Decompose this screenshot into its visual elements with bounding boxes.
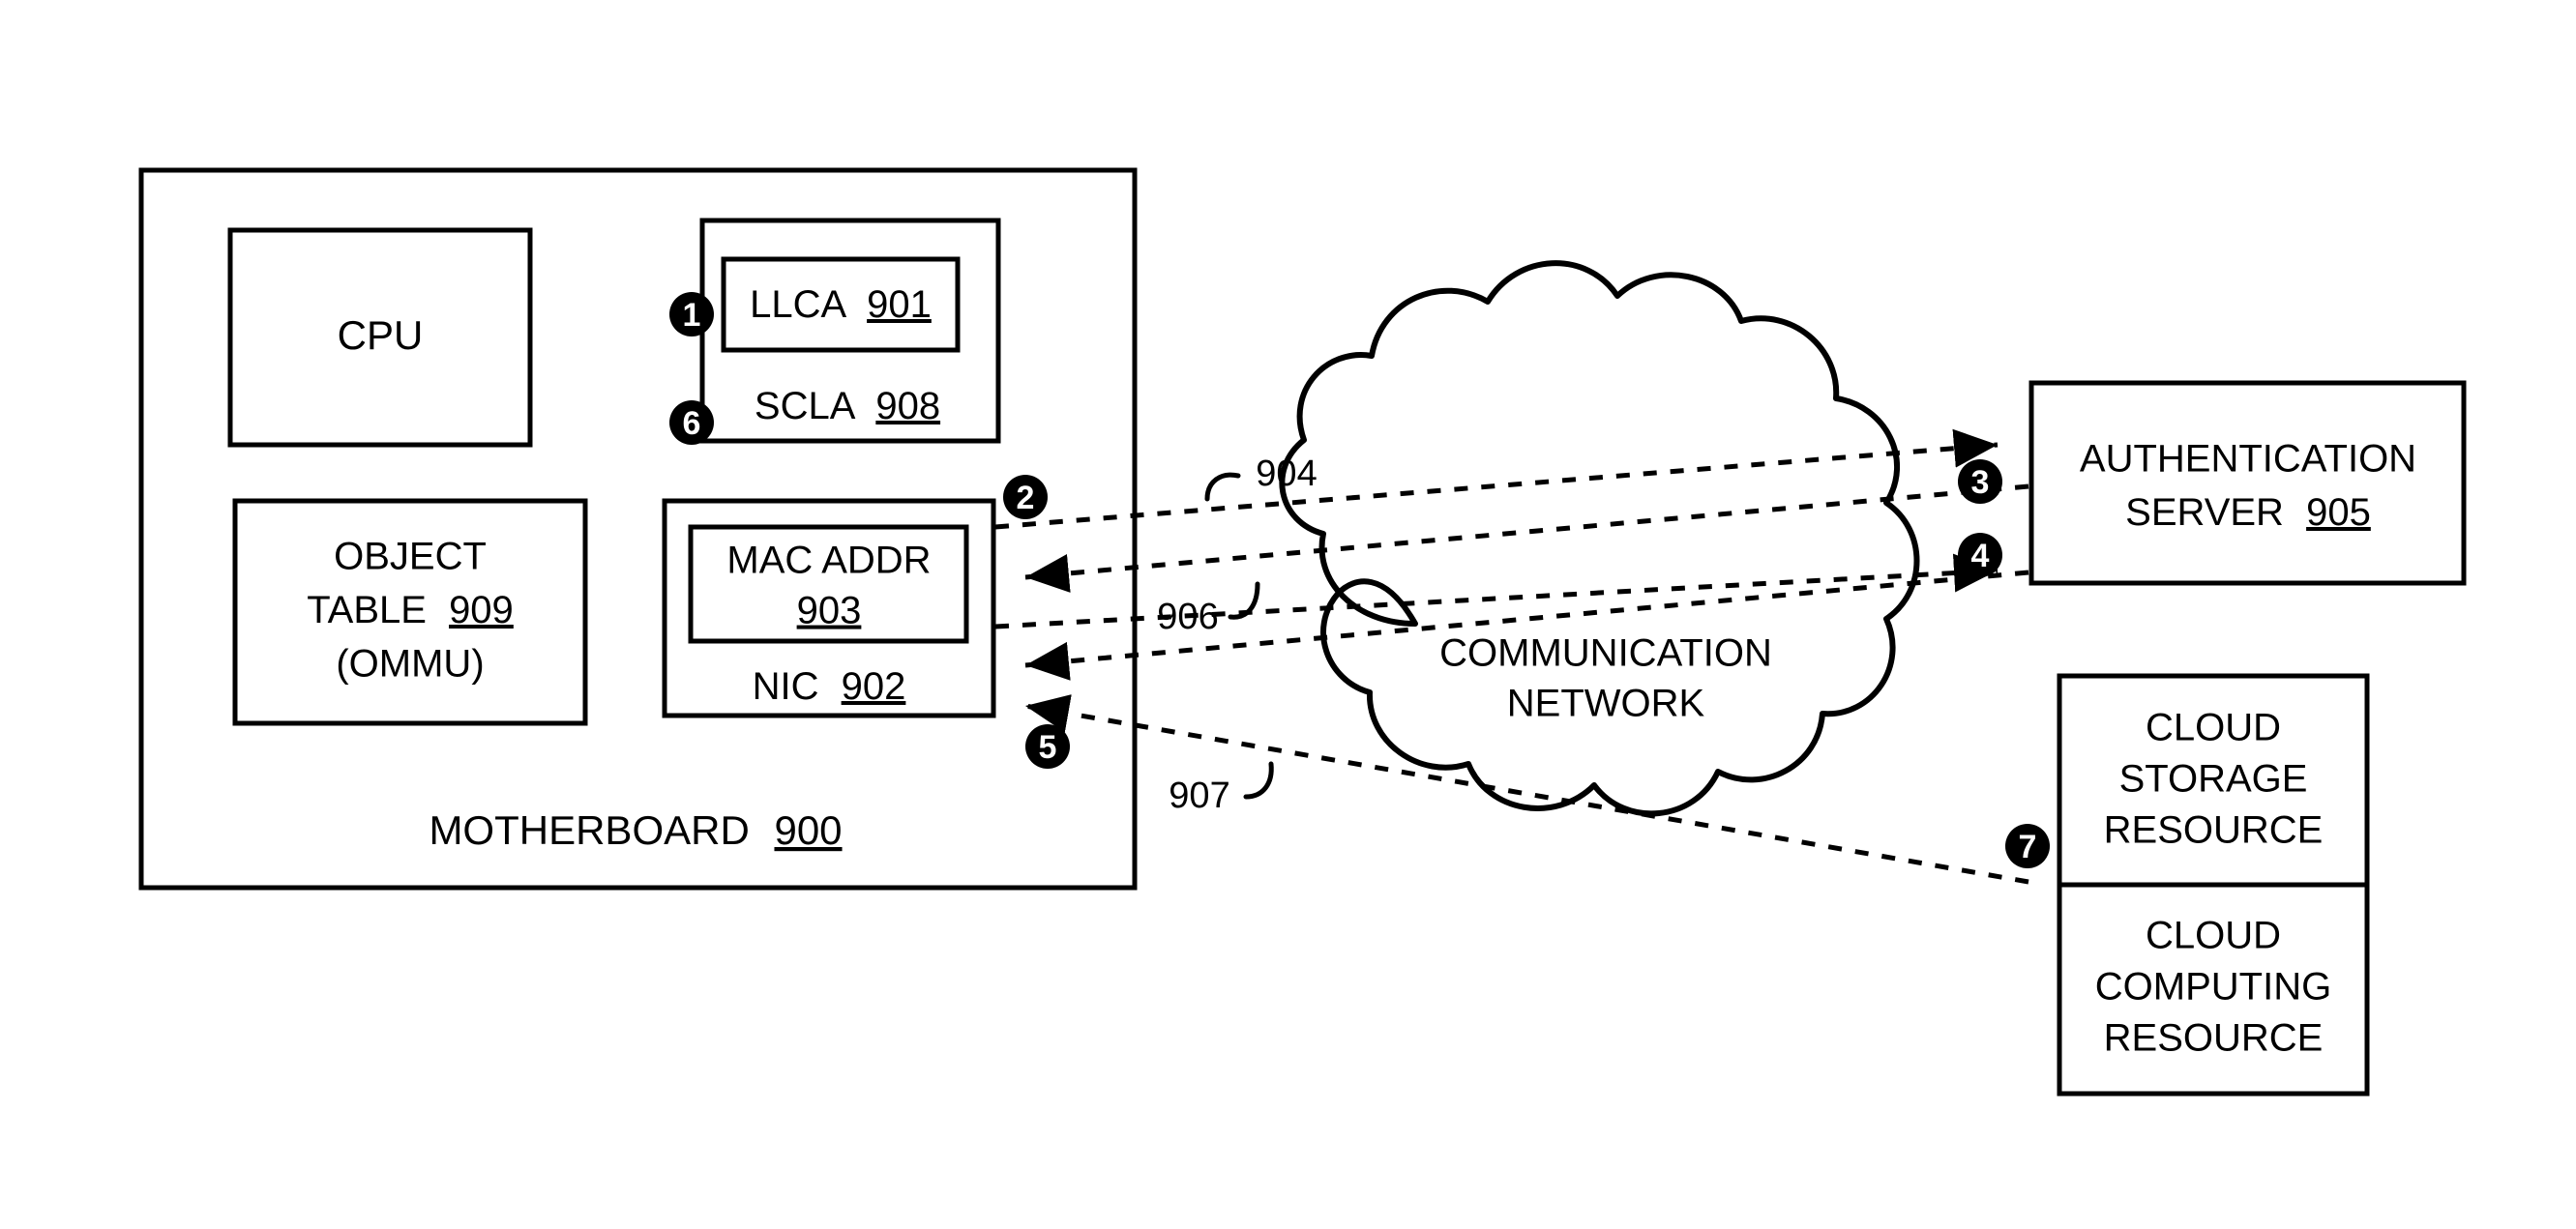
object-table-line1: OBJECT	[334, 536, 487, 578]
step-3-number: 3	[1971, 464, 1990, 501]
ref-904: 904	[1204, 454, 1318, 502]
object-table-line3: (OMMU)	[336, 643, 484, 686]
auth-server-line1: AUTHENTICATION	[2080, 438, 2416, 481]
ref-906-leader	[1228, 581, 1260, 620]
scla-label: SCLA 908	[755, 385, 940, 427]
step-1-number: 1	[683, 297, 701, 334]
ref-907-leader	[1243, 761, 1274, 800]
step-5-number: 5	[1039, 729, 1057, 766]
step-6-number: 6	[683, 405, 701, 442]
object-table-line2: TABLE 909	[307, 589, 514, 631]
mac-addr-line1: MAC ADDR	[726, 540, 931, 582]
step-marker-1: 1	[669, 292, 714, 337]
step-4-number: 4	[1971, 538, 1990, 574]
cloud-storage-line3: RESOURCE	[2104, 809, 2324, 852]
scla-block: LLCA 901 SCLA 908	[699, 218, 1001, 444]
ref-906-label: 906	[1157, 597, 1218, 637]
ref-907-label: 907	[1169, 775, 1229, 816]
cpu-label: CPU	[338, 312, 424, 358]
cloud-computing-line1: CLOUD	[2146, 915, 2281, 957]
auth-server-outline	[2028, 380, 2467, 586]
motherboard-label: MOTHERBOARD 900	[429, 807, 842, 853]
diagram-svg: MOTHERBOARD 900 CPU OBJECT TABLE 909 (OM…	[138, 167, 2467, 1097]
auth-server-line2: SERVER 905	[2125, 491, 2371, 534]
ref-907: 907	[1169, 761, 1274, 816]
step-marker-5: 5	[1025, 724, 1070, 769]
cloud-storage-line2: STORAGE	[2119, 758, 2308, 801]
patent-figure-canvas: MOTHERBOARD 900 CPU OBJECT TABLE 909 (OM…	[0, 0, 2576, 1229]
mac-addr-ref: 903	[797, 590, 862, 632]
cloud-computing-block: CLOUD COMPUTING RESOURCE	[2057, 882, 2370, 1097]
cpu-block: CPU	[227, 227, 533, 448]
cloud-outline	[1279, 260, 1920, 817]
step-7-number: 7	[2019, 829, 2037, 865]
step-marker-7: 7	[2005, 824, 2050, 868]
step-2-number: 2	[1017, 480, 1035, 516]
network-line2: NETWORK	[1507, 683, 1705, 725]
cloud-storage-block: CLOUD STORAGE RESOURCE	[2057, 673, 2370, 888]
step-marker-4: 4	[1958, 533, 2002, 577]
cloud-computing-line3: RESOURCE	[2104, 1017, 2324, 1060]
object-table-block: OBJECT TABLE 909 (OMMU)	[232, 498, 588, 726]
cloud-storage-line1: CLOUD	[2146, 707, 2281, 749]
ref-904-leader	[1204, 472, 1241, 502]
cloud-computing-line2: COMPUTING	[2095, 966, 2331, 1009]
nic-block: MAC ADDR 903 NIC 902	[662, 498, 996, 718]
ref-904-label: 904	[1256, 454, 1317, 494]
step-marker-3: 3	[1958, 459, 2002, 504]
network-line1: COMMUNICATION	[1439, 632, 1772, 675]
llca-label: LLCA 901	[750, 283, 932, 326]
authentication-server-block: AUTHENTICATION SERVER 905	[2028, 380, 2467, 586]
step-marker-2: 2	[1003, 475, 1048, 519]
step-marker-6: 6	[669, 400, 714, 445]
communication-network-cloud: COMMUNICATION NETWORK	[1279, 260, 1920, 817]
